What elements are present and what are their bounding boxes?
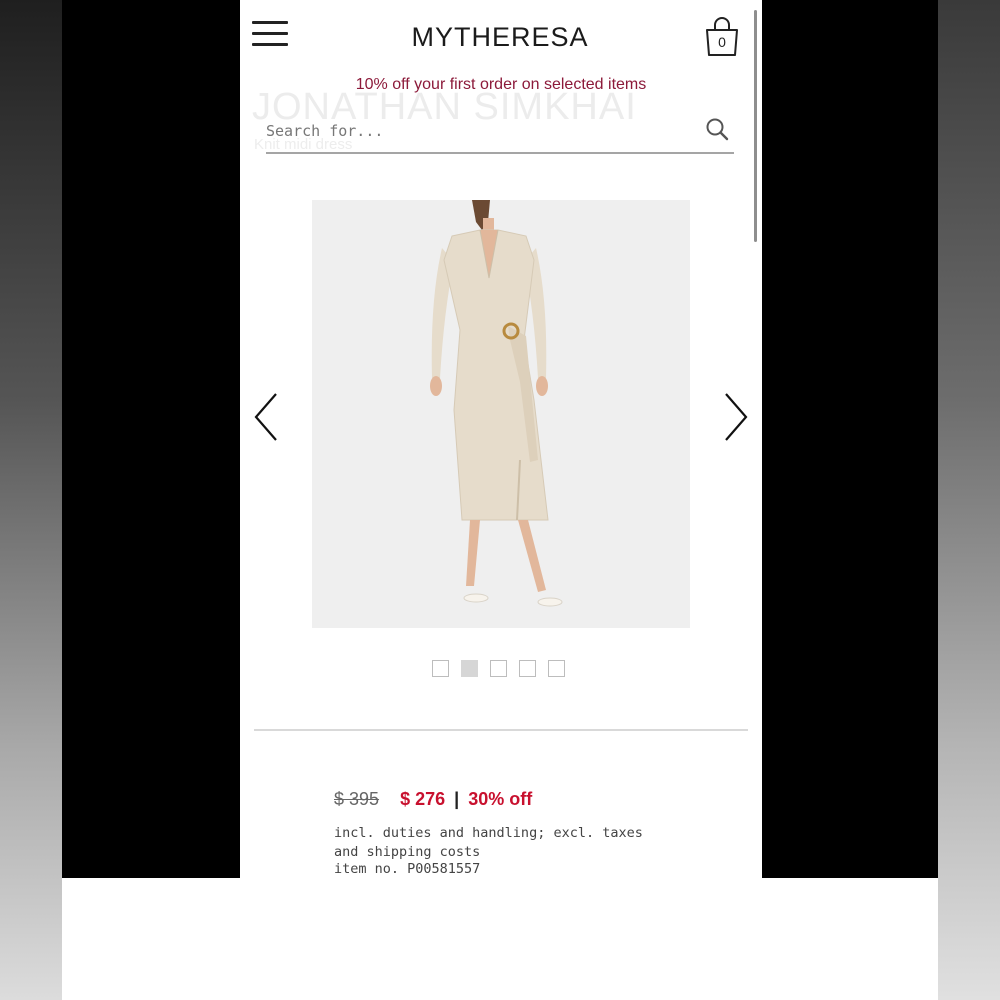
gallery-dot[interactable] — [432, 660, 449, 677]
promo-banner[interactable]: 10% off your first order on selected ite… — [240, 76, 762, 94]
chevron-right-icon[interactable] — [720, 390, 750, 444]
price-separator: | — [454, 789, 460, 809]
price-note: incl. duties and handling; excl. taxes a… — [334, 825, 643, 860]
right-edge-gradient — [938, 0, 1000, 1000]
shopping-bag-icon[interactable]: 0 — [702, 14, 742, 58]
item-number: item no. P00581557 — [334, 861, 481, 877]
section-divider — [254, 729, 748, 731]
left-black-bar — [62, 0, 240, 878]
product-image[interactable] — [312, 200, 690, 628]
gallery-pagination — [432, 660, 565, 678]
bag-count-badge: 0 — [718, 34, 726, 50]
original-price: $ 395 — [334, 789, 380, 809]
right-black-bar — [762, 0, 938, 878]
gallery-dot-active[interactable] — [461, 660, 478, 677]
gallery-dot[interactable] — [490, 660, 507, 677]
hamburger-menu-icon[interactable] — [252, 18, 290, 50]
price-row: $ 395 $ 276 | 30% off — [334, 789, 532, 810]
discount-label: 30% off — [468, 789, 533, 809]
bottom-white-area — [62, 878, 938, 1000]
search-input[interactable] — [266, 118, 686, 144]
gallery-dot[interactable] — [519, 660, 536, 677]
scrollbar[interactable] — [754, 10, 757, 242]
chevron-left-icon[interactable] — [252, 390, 282, 444]
search-icon[interactable] — [704, 116, 730, 142]
phone-screen: MYTHERESA 0 JONATHAN SIMKHAI Knit midi d… — [240, 0, 762, 878]
left-edge-gradient — [0, 0, 62, 1000]
site-logo[interactable]: MYTHERESA — [390, 22, 610, 53]
sale-price: $ 276 — [400, 789, 446, 809]
product-photo-illustration — [312, 200, 690, 628]
search-bar — [266, 112, 734, 154]
gallery-dot[interactable] — [548, 660, 565, 677]
